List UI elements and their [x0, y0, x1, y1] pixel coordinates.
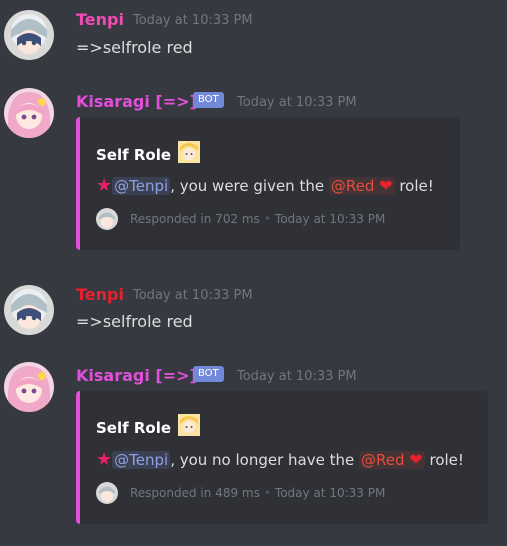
footer-separator: •: [263, 486, 271, 500]
embed-title: Self Role: [96, 141, 201, 164]
embed-text: , you were given the: [170, 177, 325, 195]
message-content: =>selfrole red: [76, 38, 193, 57]
embed-text-end: role!: [399, 177, 434, 195]
timestamp: Today at 10:33 PM: [237, 369, 357, 384]
user-mention[interactable]: @Tenpi: [112, 451, 171, 469]
footer-text: Responded in 489 ms: [130, 486, 260, 500]
kisaragi-avatar[interactable]: [4, 362, 54, 412]
star-icon: ★: [96, 175, 113, 196]
message-3: Tenpi Today at 10:33 PM =>selfrole red: [0, 275, 507, 355]
star-icon: ★: [96, 449, 113, 470]
tenpi-avatar[interactable]: [4, 285, 54, 335]
message-2: Kisaragi [=>] BOT Today at 10:33 PM Self…: [0, 82, 507, 262]
embed-footer: Responded in 489 ms • Today at 10:33 PM: [130, 486, 385, 500]
embed: Self Role ★ @Tenpi, you no longer have th…: [76, 391, 488, 524]
heart-icon: ❤: [409, 450, 423, 469]
author-name[interactable]: Tenpi: [76, 10, 124, 29]
author-name[interactable]: Tenpi: [76, 285, 124, 304]
bot-badge: BOT: [193, 366, 224, 382]
user-mention[interactable]: @Tenpi: [112, 177, 171, 195]
embed-text-end: role!: [429, 451, 464, 469]
kisaragi-avatar[interactable]: [4, 88, 54, 138]
footer-avatar: [96, 482, 118, 504]
timestamp: Today at 10:33 PM: [133, 13, 253, 28]
footer-separator: •: [263, 212, 271, 226]
embed-description: ★ @Tenpi, you were given the @Red ❤ role!: [96, 175, 434, 196]
embed-footer: Responded in 702 ms • Today at 10:33 PM: [130, 212, 385, 226]
footer-time: Today at 10:33 PM: [274, 486, 386, 500]
heart-icon: ❤: [379, 176, 393, 195]
embed-title-text: Self Role: [96, 146, 172, 164]
bot-badge: BOT: [193, 92, 224, 108]
timestamp: Today at 10:33 PM: [237, 95, 357, 110]
footer-text: Responded in 702 ms: [130, 212, 260, 226]
message-4: Kisaragi [=>] BOT Today at 10:33 PM Self…: [0, 356, 507, 536]
embed-title: Self Role: [96, 414, 201, 437]
footer-time: Today at 10:33 PM: [274, 212, 386, 226]
message-content: =>selfrole red: [76, 312, 193, 331]
role-mention[interactable]: @Red ❤: [328, 176, 395, 195]
tenpi-avatar[interactable]: [4, 10, 54, 60]
author-name[interactable]: Kisaragi [=>]: [76, 92, 197, 111]
role-mention[interactable]: @Red ❤: [359, 450, 425, 469]
embed-text: , you no longer have the: [170, 451, 355, 469]
embed: Self Role ★ @Tenpi, you were given the @R…: [76, 117, 460, 250]
footer-avatar: [96, 208, 118, 230]
embed-title-text: Self Role: [96, 419, 172, 437]
timestamp: Today at 10:33 PM: [133, 288, 253, 303]
author-name[interactable]: Kisaragi [=>]: [76, 366, 197, 385]
embed-description: ★ @Tenpi, you no longer have the @Red ❤ r…: [96, 449, 464, 470]
message-1: Tenpi Today at 10:33 PM =>selfrole red: [0, 0, 507, 80]
anime-girl-emoji-icon: [178, 414, 201, 436]
anime-girl-emoji-icon: [178, 141, 201, 163]
